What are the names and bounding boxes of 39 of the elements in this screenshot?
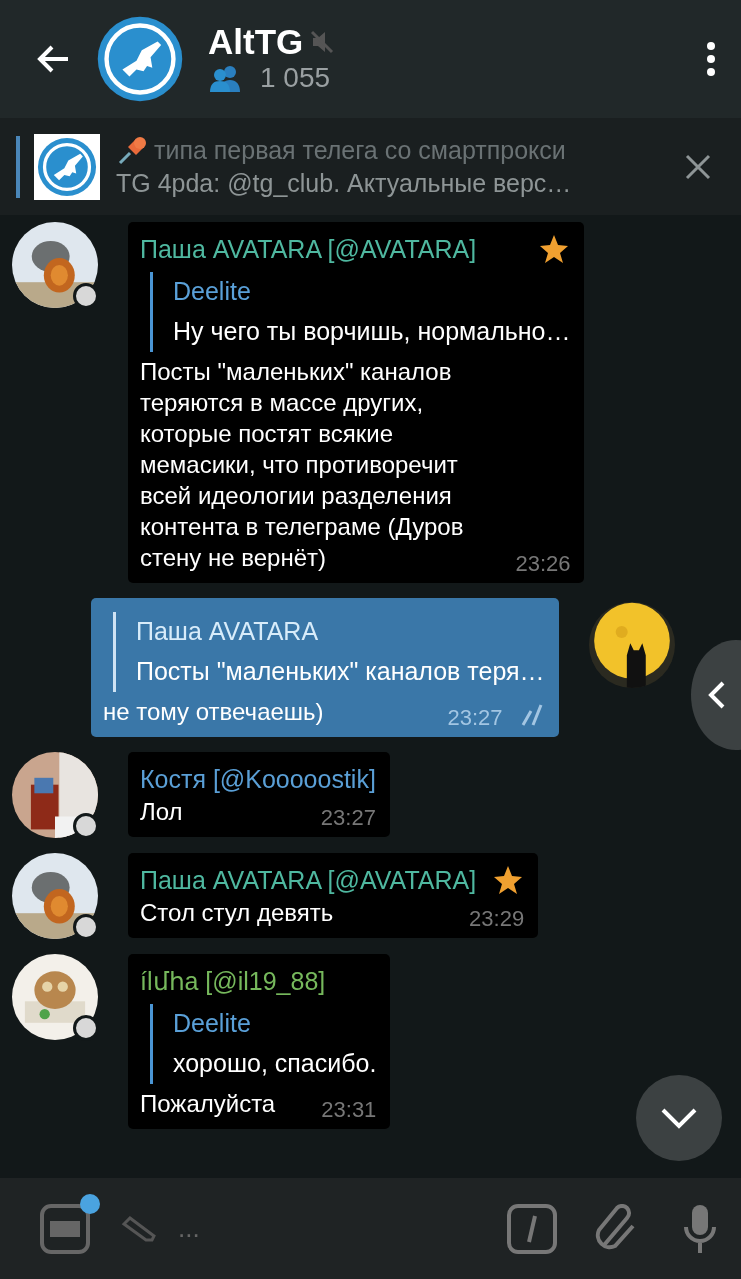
message-time: 23:27 xyxy=(447,705,503,731)
reply-name: Deelite xyxy=(173,276,252,307)
menu-icon xyxy=(705,41,717,77)
message-time: 23:31 xyxy=(321,1097,377,1123)
reply-text: хорошо, спасибо. xyxy=(173,1048,377,1079)
message-text: Стол стул девять xyxy=(140,898,334,928)
message-time: 23:29 xyxy=(469,906,525,932)
reply-text: Посты "маленьких" каналов теря… xyxy=(136,656,545,687)
sender-name: Костя [@Kooooostik] xyxy=(140,764,376,795)
slash-icon xyxy=(507,1203,557,1254)
message-text: не тому отвечаешь) xyxy=(103,697,324,727)
message-input[interactable]: ... xyxy=(176,1208,487,1249)
gif-icon xyxy=(40,1203,90,1254)
reply-name: Deelite xyxy=(173,1008,252,1039)
message-text: Посты "маленьких" каналов теряются в массе других, которые постят всякие мемасики, что противоречит всей идеологии разделения контента в телеграме (Дуров стену не вернёт) xyxy=(140,357,465,573)
plane-logo-icon xyxy=(34,133,100,200)
notification-dot xyxy=(80,1193,100,1214)
microphone-button[interactable] xyxy=(683,1202,717,1255)
pinned-text: TG 4pda: @tg_club. Актуальные верс… xyxy=(116,168,573,200)
sender-name: Паша AVATARA [@AVATARA] xyxy=(140,865,477,896)
pinned-title: типа первая телега со смартпрокси xyxy=(154,135,566,166)
reply-name: Паша AVATARA xyxy=(136,616,320,647)
microphone-icon xyxy=(683,1202,717,1255)
close-icon xyxy=(685,153,711,180)
close-button[interactable] xyxy=(685,153,711,180)
message-text: Пожалуйста xyxy=(140,1089,276,1119)
member-count: 1 055 xyxy=(260,61,331,96)
message-time: 23:27 xyxy=(320,805,376,831)
sender-name: ílմհa [@il19_88] xyxy=(140,966,326,997)
message-time: 23:26 xyxy=(515,551,571,577)
pencil-icon xyxy=(120,1215,156,1242)
plane-logo-icon xyxy=(96,15,184,103)
command-button[interactable] xyxy=(507,1203,557,1254)
chevron-down-icon xyxy=(660,1107,698,1129)
message-text: Лол xyxy=(140,797,183,827)
reply-text: Ну чего ты ворчишь, нормально… xyxy=(173,316,571,347)
menu-button[interactable] xyxy=(705,41,717,77)
chat-title: AltTG xyxy=(208,22,304,62)
sender-name: Паша AVATARA [@AVATARA] xyxy=(140,234,477,265)
